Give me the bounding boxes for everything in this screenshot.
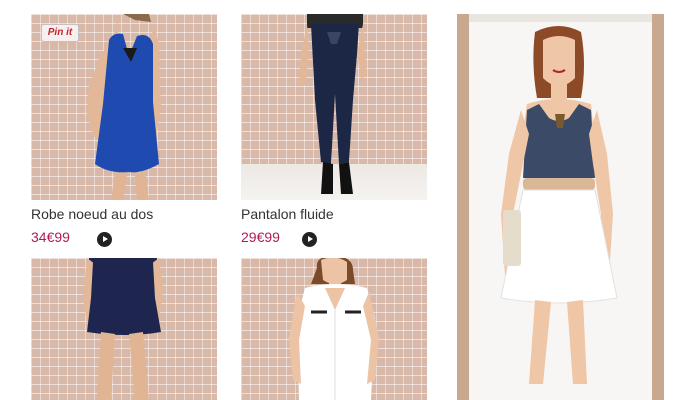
product-card[interactable] xyxy=(31,258,217,400)
play-icon[interactable] xyxy=(302,232,317,247)
product-image[interactable] xyxy=(31,258,217,400)
hero-image[interactable] xyxy=(457,14,664,400)
product-card[interactable]: Pin it Robe noeud au dos 34€99 xyxy=(31,14,217,254)
model-figure xyxy=(289,258,379,400)
product-image[interactable]: Pin it xyxy=(31,14,217,200)
product-card[interactable]: Pantalon fluide 29€99 xyxy=(241,14,427,254)
product-price: 29€99 xyxy=(241,229,280,245)
product-card[interactable] xyxy=(241,258,427,400)
model-figure xyxy=(299,14,367,194)
hero-model-figure xyxy=(457,14,664,400)
product-title[interactable]: Pantalon fluide xyxy=(241,206,334,222)
play-icon[interactable] xyxy=(97,232,112,247)
product-price: 34€99 xyxy=(31,229,70,245)
product-title[interactable]: Robe noeud au dos xyxy=(31,206,153,222)
product-image[interactable] xyxy=(241,14,427,200)
model-figure xyxy=(83,258,163,400)
pin-it-button[interactable]: Pin it xyxy=(41,24,79,42)
product-image[interactable] xyxy=(241,258,427,400)
